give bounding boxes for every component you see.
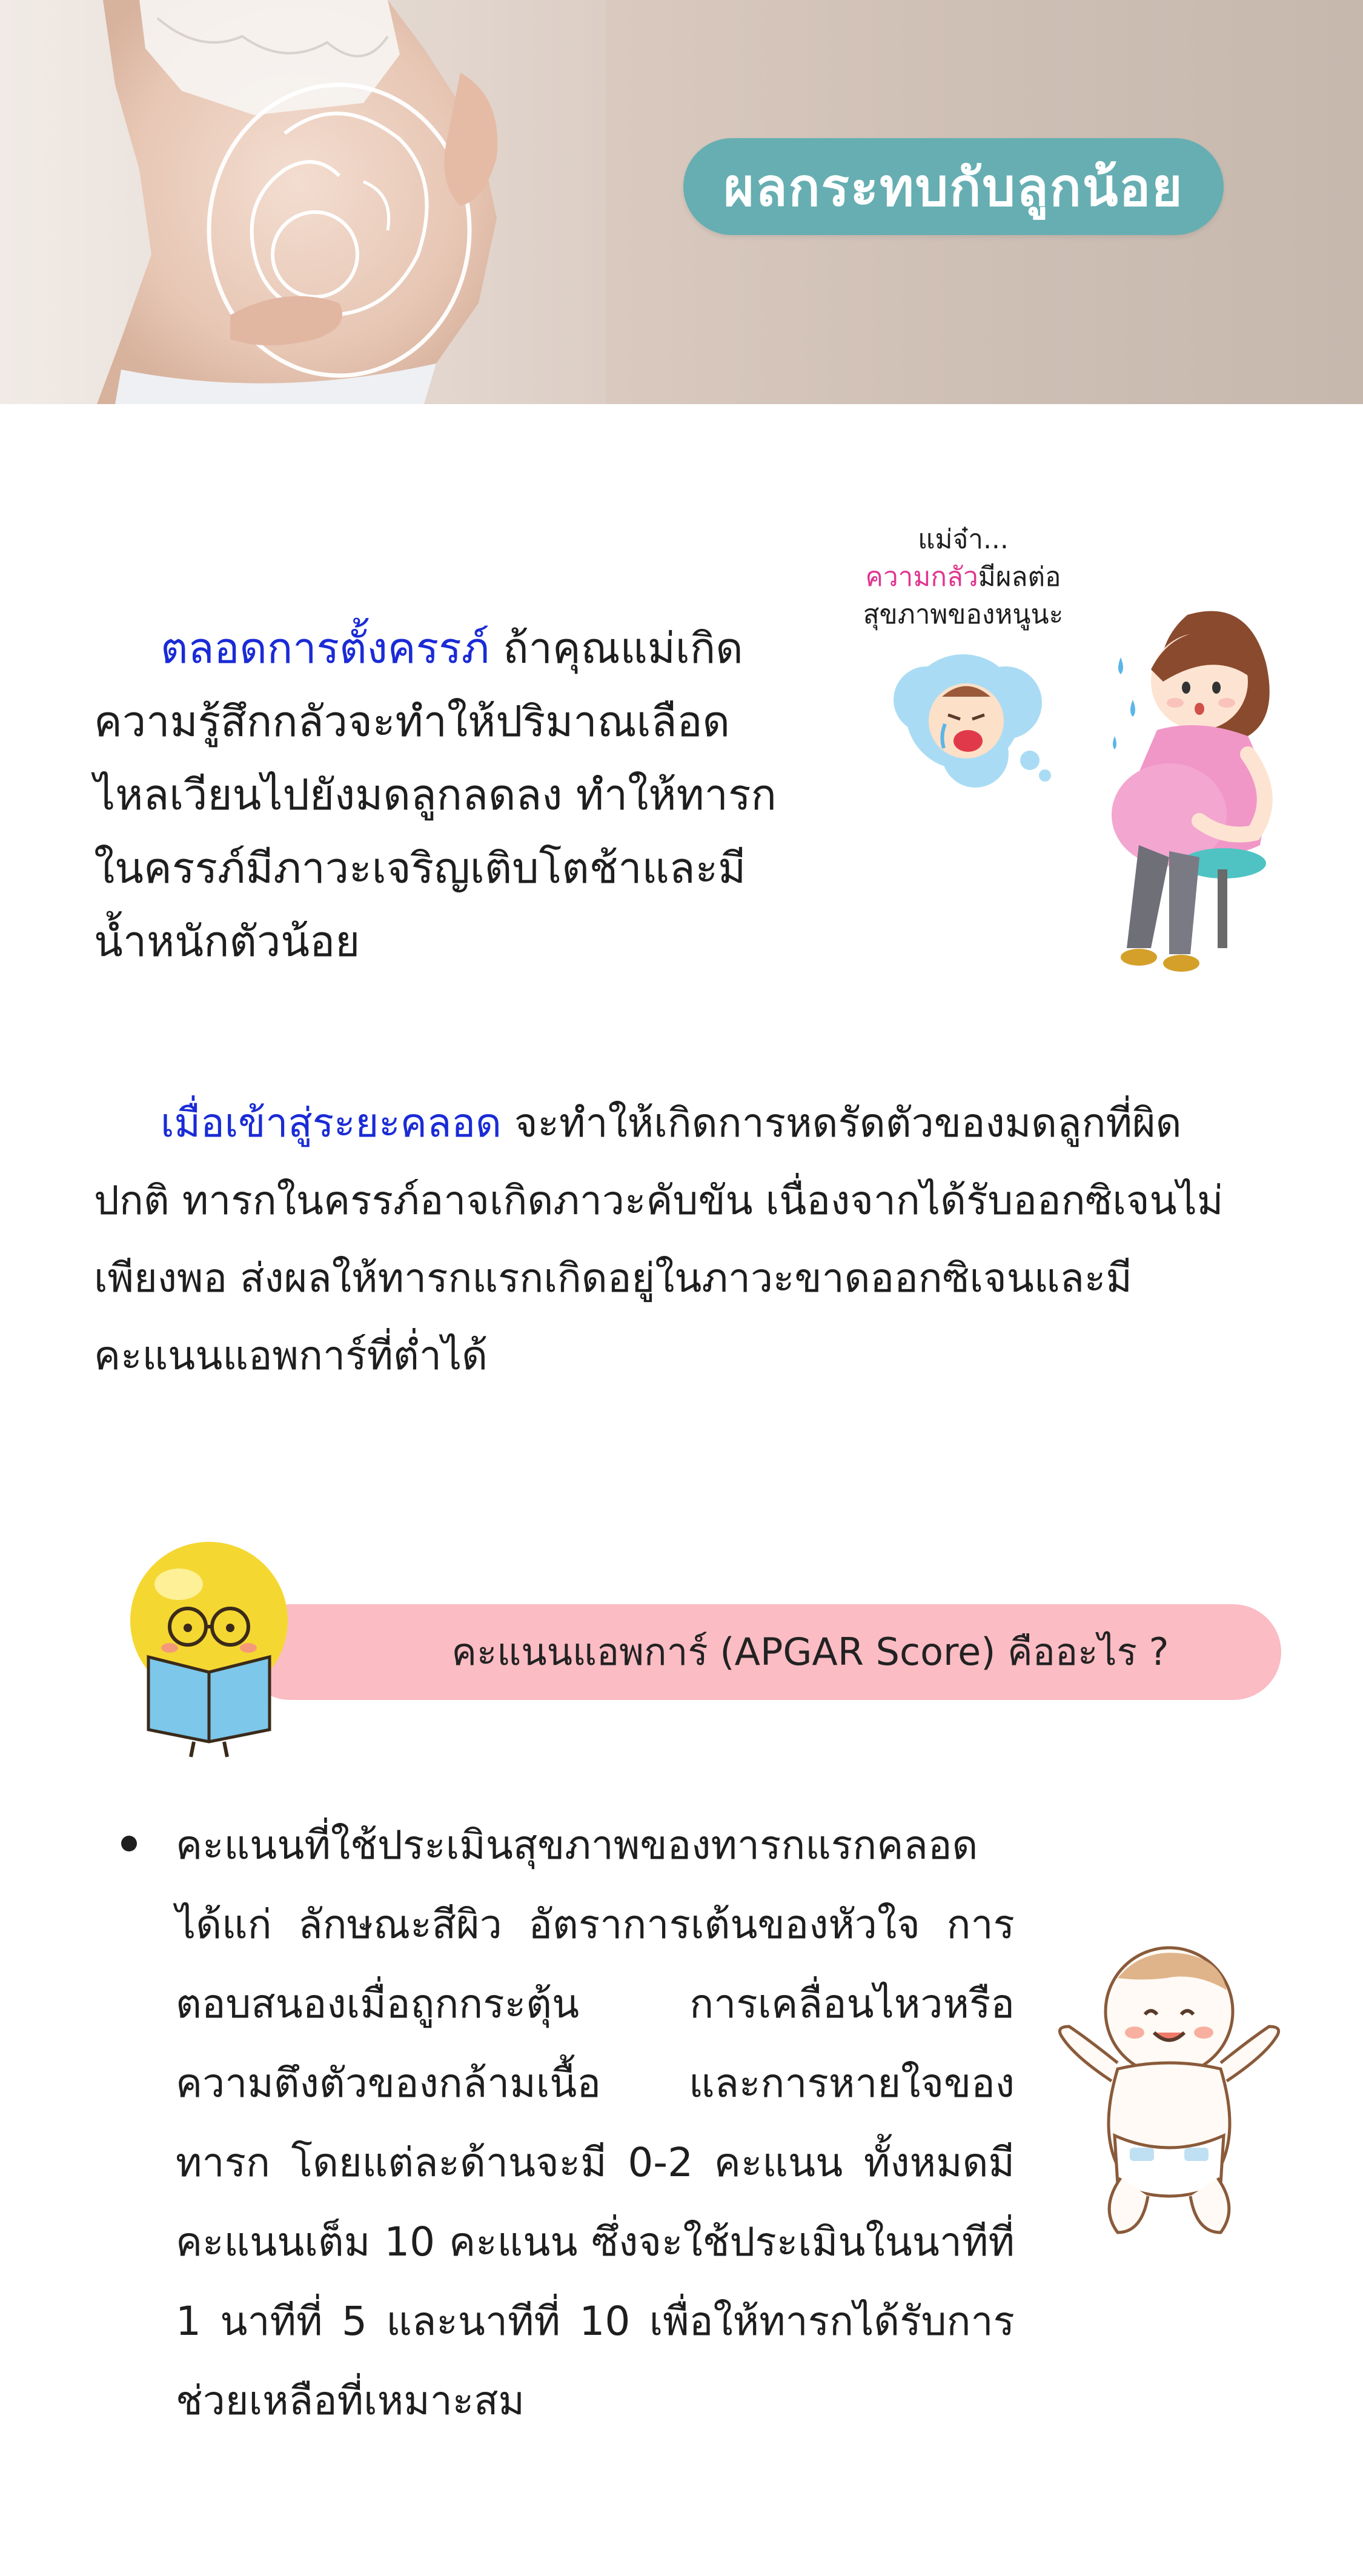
- apgar-heading: คะแนนแอพการ์ (APGAR Score) คืออะไร ?: [451, 1630, 1169, 1674]
- intro-paragraph: ตลอดการตั้งครรภ์ ถ้าคุณแม่เกิดความรู้สึก…: [94, 612, 784, 978]
- hero-title: ผลกระทบกับลูกน้อย: [723, 157, 1184, 218]
- happy-baby-illustration: [1058, 1946, 1281, 2234]
- hero-title-pill: ผลกระทบกับลูกน้อย: [683, 138, 1224, 235]
- labor-lead: เมื่อเข้าสู่ระยะคลอด: [161, 1100, 502, 1146]
- worried-mom-illustration: [894, 611, 1273, 972]
- bullet-dot-icon: [121, 1836, 137, 1851]
- intro-text: ถ้าคุณแม่เกิดความรู้สึกกลัวจะทำให้ปริมาณ…: [94, 623, 777, 966]
- intro-lead: ตลอดการตั้งครรภ์: [161, 623, 489, 673]
- list-item: คะแนนที่ใช้ประเมินสุขภาพของทารกแรกคลอด ไ…: [118, 1805, 1015, 2440]
- crying-baby-thought-bubble: [894, 654, 1051, 788]
- apgar-heading-pill: คะแนนแอพการ์ (APGAR Score) คืออะไร ?: [242, 1604, 1281, 1700]
- pregnant-belly-photo: [0, 0, 606, 404]
- labor-paragraph: เมื่อเข้าสู่ระยะคลอด จะทำให้เกิดการหดรัด…: [94, 1084, 1257, 1395]
- apgar-description: คะแนนที่ใช้ประเมินสุขภาพของทารกแรกคลอด ไ…: [176, 1822, 1015, 2424]
- apgar-bullet-list: คะแนนที่ใช้ประเมินสุขภาพของทารกแรกคลอด ไ…: [118, 1805, 1015, 2440]
- note-line-1: แม่จ๋า...: [918, 524, 1009, 555]
- lightbulb-reading-mascot: [130, 1542, 288, 1758]
- hero-banner: ผลกระทบกับลูกน้อย: [0, 0, 1363, 404]
